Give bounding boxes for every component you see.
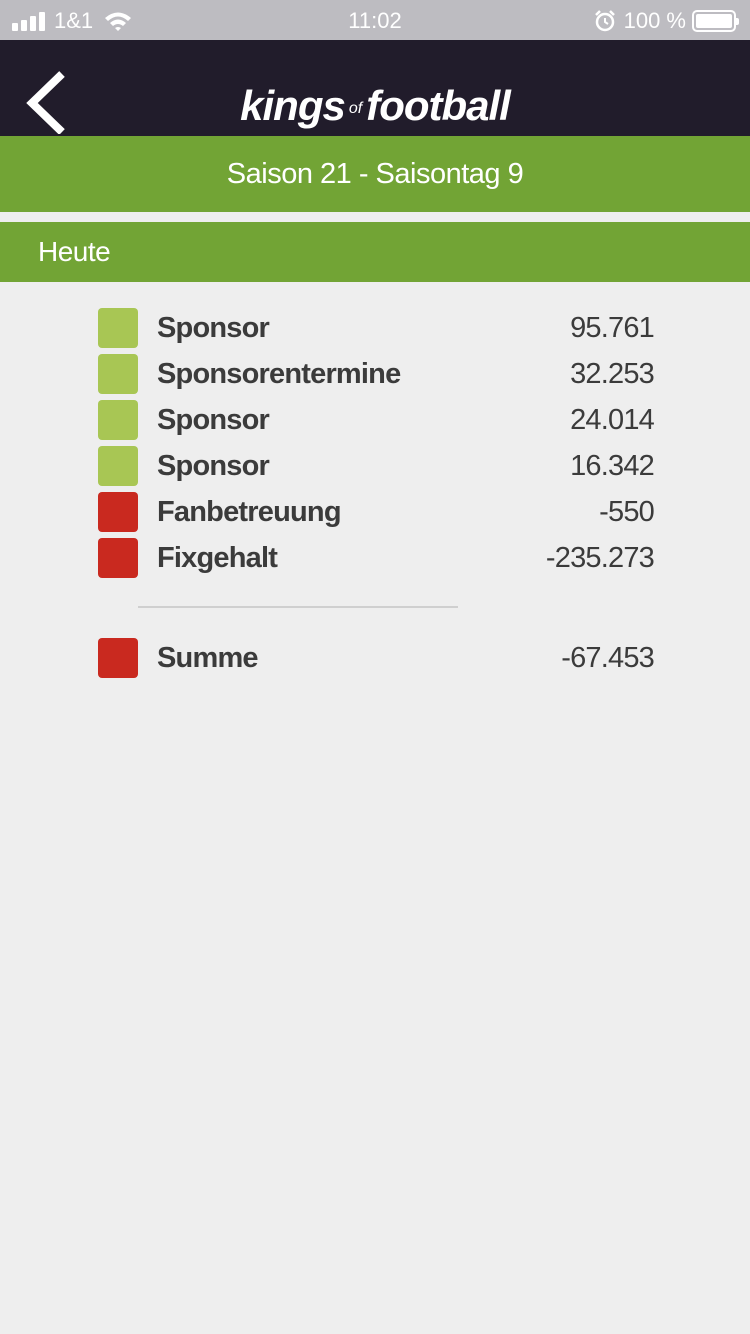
entry-label: Fanbetreuung [157, 496, 342, 528]
entry-list: Sponsor 95.761 Sponsorentermine 32.253 Spons… [98, 306, 655, 582]
status-bar: 1&1 11:02 100 % [0, 0, 750, 40]
logo-football: football [366, 82, 511, 129]
color-swatch [98, 538, 138, 578]
list-item: Fixgehalt -235.273 [98, 536, 655, 582]
color-swatch [98, 400, 138, 440]
battery-icon [692, 10, 739, 32]
entry-value: 16.342 [570, 450, 655, 482]
logo-of: of [348, 99, 363, 117]
entry-value: -235.273 [545, 542, 655, 574]
entry-value: 24.014 [570, 404, 655, 436]
status-right: 100 % [594, 8, 739, 34]
entry-value: -550 [599, 496, 655, 528]
list-item: Sponsor 24.014 [98, 398, 655, 444]
sum-divider [138, 606, 458, 608]
list-item: Sponsorentermine 32.253 [98, 352, 655, 398]
list-item: Sponsor 16.342 [98, 444, 655, 490]
entry-value: 32.253 [570, 358, 655, 390]
color-swatch [98, 446, 138, 486]
alarm-icon [594, 10, 615, 32]
nav-bar: kings offootball [0, 40, 750, 136]
total-color-swatch [98, 638, 138, 678]
entry-label: Sponsor [157, 404, 270, 436]
battery-percent: 100 % [623, 8, 686, 33]
color-swatch [98, 354, 138, 394]
logo-kings: kings [240, 82, 346, 129]
list-item: Fanbetreuung -550 [98, 490, 655, 536]
season-bar: Saison 21 - Saisontag 9 [0, 136, 750, 212]
entry-label: Sponsor [157, 450, 270, 482]
total-row: Summe -67.453 [98, 636, 655, 682]
total-label: Summe [157, 642, 259, 674]
color-swatch [98, 492, 138, 532]
entry-label: Fixgehalt [157, 542, 278, 574]
entry-label: Sponsor [157, 312, 270, 344]
list-item: Sponsor 95.761 [98, 306, 655, 352]
section-header-today: Heute [0, 222, 750, 282]
entry-label: Sponsorentermine [157, 358, 401, 390]
total-value: -67.453 [561, 642, 655, 674]
total-row-container: Summe -67.453 [98, 636, 655, 682]
color-swatch [98, 308, 138, 348]
app-logo: kings offootball [0, 82, 750, 130]
entry-value: 95.761 [570, 312, 655, 344]
